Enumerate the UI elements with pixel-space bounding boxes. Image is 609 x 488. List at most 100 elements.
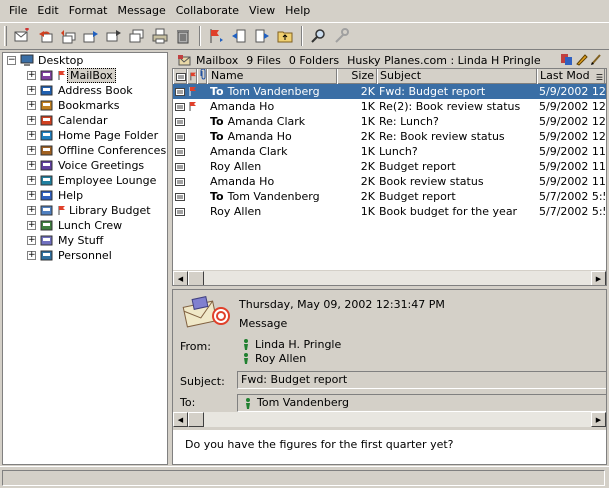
edit-icon[interactable] [575, 53, 588, 66]
new-mail-button[interactable] [11, 25, 33, 47]
subject-cell: Budget report [379, 190, 456, 203]
scroll-track[interactable] [204, 271, 591, 285]
message-row[interactable]: To Amanda Ho 2K Re: Book review status 5/9/2… [173, 129, 606, 144]
message-row[interactable]: To Amanda Clark 1K Re: Lunch? 5/9/2002 12 [173, 114, 606, 129]
tree-item[interactable]: + My Stuff [3, 233, 167, 248]
expand-icon[interactable]: + [27, 176, 36, 185]
expand-icon[interactable]: + [27, 116, 36, 125]
folder-up-button[interactable] [274, 25, 296, 47]
delete-button[interactable] [172, 25, 194, 47]
expand-icon[interactable]: + [27, 146, 36, 155]
toolbar-grip[interactable] [4, 26, 7, 46]
scroll-thumb[interactable] [188, 271, 204, 285]
flag-cell[interactable] [187, 144, 197, 159]
flag-button[interactable] [205, 25, 227, 47]
menu-collaborate[interactable]: Collaborate [171, 0, 244, 22]
forward-button[interactable] [80, 25, 102, 47]
tree-item[interactable]: + Help [3, 188, 167, 203]
message-icon [175, 87, 185, 96]
column-subject[interactable]: Subject [377, 69, 537, 84]
column-name[interactable]: Name [207, 69, 337, 84]
column-attachment[interactable] [197, 69, 207, 84]
copy-button[interactable] [126, 25, 148, 47]
reply-button[interactable] [34, 25, 56, 47]
tools-button[interactable] [330, 25, 352, 47]
status-panel [2, 470, 605, 486]
flag-cell[interactable] [187, 174, 197, 189]
column-flag[interactable] [187, 69, 197, 84]
tree-item[interactable]: + Address Book [3, 83, 167, 98]
expand-icon[interactable]: + [27, 221, 36, 230]
reply-all-button[interactable] [57, 25, 79, 47]
tree-item[interactable]: + MailBox [3, 68, 167, 83]
flag-cell[interactable] [187, 204, 197, 219]
expand-icon[interactable]: + [27, 161, 36, 170]
column-size[interactable]: Size [337, 69, 377, 84]
menu-message[interactable]: Message [113, 0, 171, 22]
subject-field[interactable]: Fwd: Budget report [237, 371, 606, 389]
scroll-right-icon[interactable]: ▶ [591, 271, 606, 285]
menu-edit[interactable]: Edit [32, 0, 63, 22]
menu-file[interactable]: File [4, 0, 32, 22]
message-row[interactable]: Amanda Ho 1K Re(2): Book review status 5/9/… [173, 99, 606, 114]
column-date[interactable]: Last Mod ☰ [537, 69, 605, 84]
expand-icon[interactable]: + [27, 251, 36, 260]
flag-cell[interactable] [187, 99, 197, 114]
scroll-left-icon[interactable]: ◀ [173, 412, 188, 427]
scroll-track[interactable] [204, 412, 591, 427]
folder-up-icon [277, 31, 293, 43]
message-body[interactable]: Do you have the figures for the first qu… [185, 438, 454, 451]
move-button[interactable] [103, 25, 125, 47]
flag-cell[interactable] [187, 129, 197, 144]
menu-format[interactable]: Format [64, 0, 113, 22]
from-sender-1[interactable]: Linda H. Pringle [243, 338, 341, 351]
menu-view[interactable]: View [244, 0, 280, 22]
scroll-right-icon[interactable]: ▶ [591, 412, 606, 427]
expand-icon[interactable]: + [27, 101, 36, 110]
flag-cell[interactable] [187, 189, 197, 204]
find-button[interactable] [307, 25, 329, 47]
message-type-cell [173, 144, 187, 159]
tree-item[interactable]: + Lunch Crew [3, 218, 167, 233]
expand-icon[interactable]: + [27, 86, 36, 95]
expand-icon[interactable]: + [27, 206, 36, 215]
next-button[interactable] [251, 25, 273, 47]
list-horizontal-scrollbar[interactable]: ◀ ▶ [173, 270, 606, 285]
menu-help[interactable]: Help [280, 0, 315, 22]
to-field[interactable]: Tom Vandenberg [237, 394, 606, 412]
flag-cell[interactable] [187, 159, 197, 174]
flag-cell[interactable] [187, 84, 197, 99]
column-chooser-icon[interactable]: ☰ [596, 71, 603, 84]
tree-item[interactable]: + Home Page Folder [3, 128, 167, 143]
properties-icon[interactable] [560, 53, 573, 66]
preview-horizontal-scrollbar[interactable]: ◀ ▶ [173, 412, 606, 427]
expand-icon[interactable]: + [27, 236, 36, 245]
scroll-thumb[interactable] [188, 412, 204, 427]
message-row[interactable]: To Tom Vandenberg 2K Fwd: Budget report 5/9/… [173, 84, 606, 99]
tree-item[interactable]: + Personnel [3, 248, 167, 263]
previous-button[interactable] [228, 25, 250, 47]
compose-icon[interactable] [590, 53, 603, 66]
expand-icon[interactable]: + [27, 191, 36, 200]
collapse-icon[interactable]: − [7, 56, 16, 65]
expand-icon[interactable]: + [27, 71, 36, 80]
flag-cell[interactable] [187, 114, 197, 129]
tree-root[interactable]: − Desktop [3, 53, 167, 68]
print-button[interactable] [149, 25, 171, 47]
tree-item[interactable]: + Voice Greetings [3, 158, 167, 173]
tree-item[interactable]: + Bookmarks [3, 98, 167, 113]
message-row[interactable]: Roy Allen 1K Book budget for the year 5/7/2… [173, 204, 606, 219]
expand-icon[interactable]: + [27, 131, 36, 140]
tree-item[interactable]: + Offline Conferences [3, 143, 167, 158]
tree-item[interactable]: + Employee Lounge [3, 173, 167, 188]
preview-type: Message [239, 317, 288, 330]
message-row[interactable]: To Tom Vandenberg 2K Budget report 5/7/2002 … [173, 189, 606, 204]
tree-item[interactable]: + Library Budget [3, 203, 167, 218]
message-row[interactable]: Roy Allen 2K Budget report 5/9/2002 11 [173, 159, 606, 174]
message-row[interactable]: Amanda Clark 1K Lunch? 5/9/2002 11 [173, 144, 606, 159]
scroll-left-icon[interactable]: ◀ [173, 271, 188, 285]
message-row[interactable]: Amanda Ho 2K Book review status 5/9/2002 11 [173, 174, 606, 189]
tree-item[interactable]: + Calendar [3, 113, 167, 128]
column-type[interactable] [173, 69, 187, 84]
from-sender-2[interactable]: Roy Allen [243, 352, 306, 365]
